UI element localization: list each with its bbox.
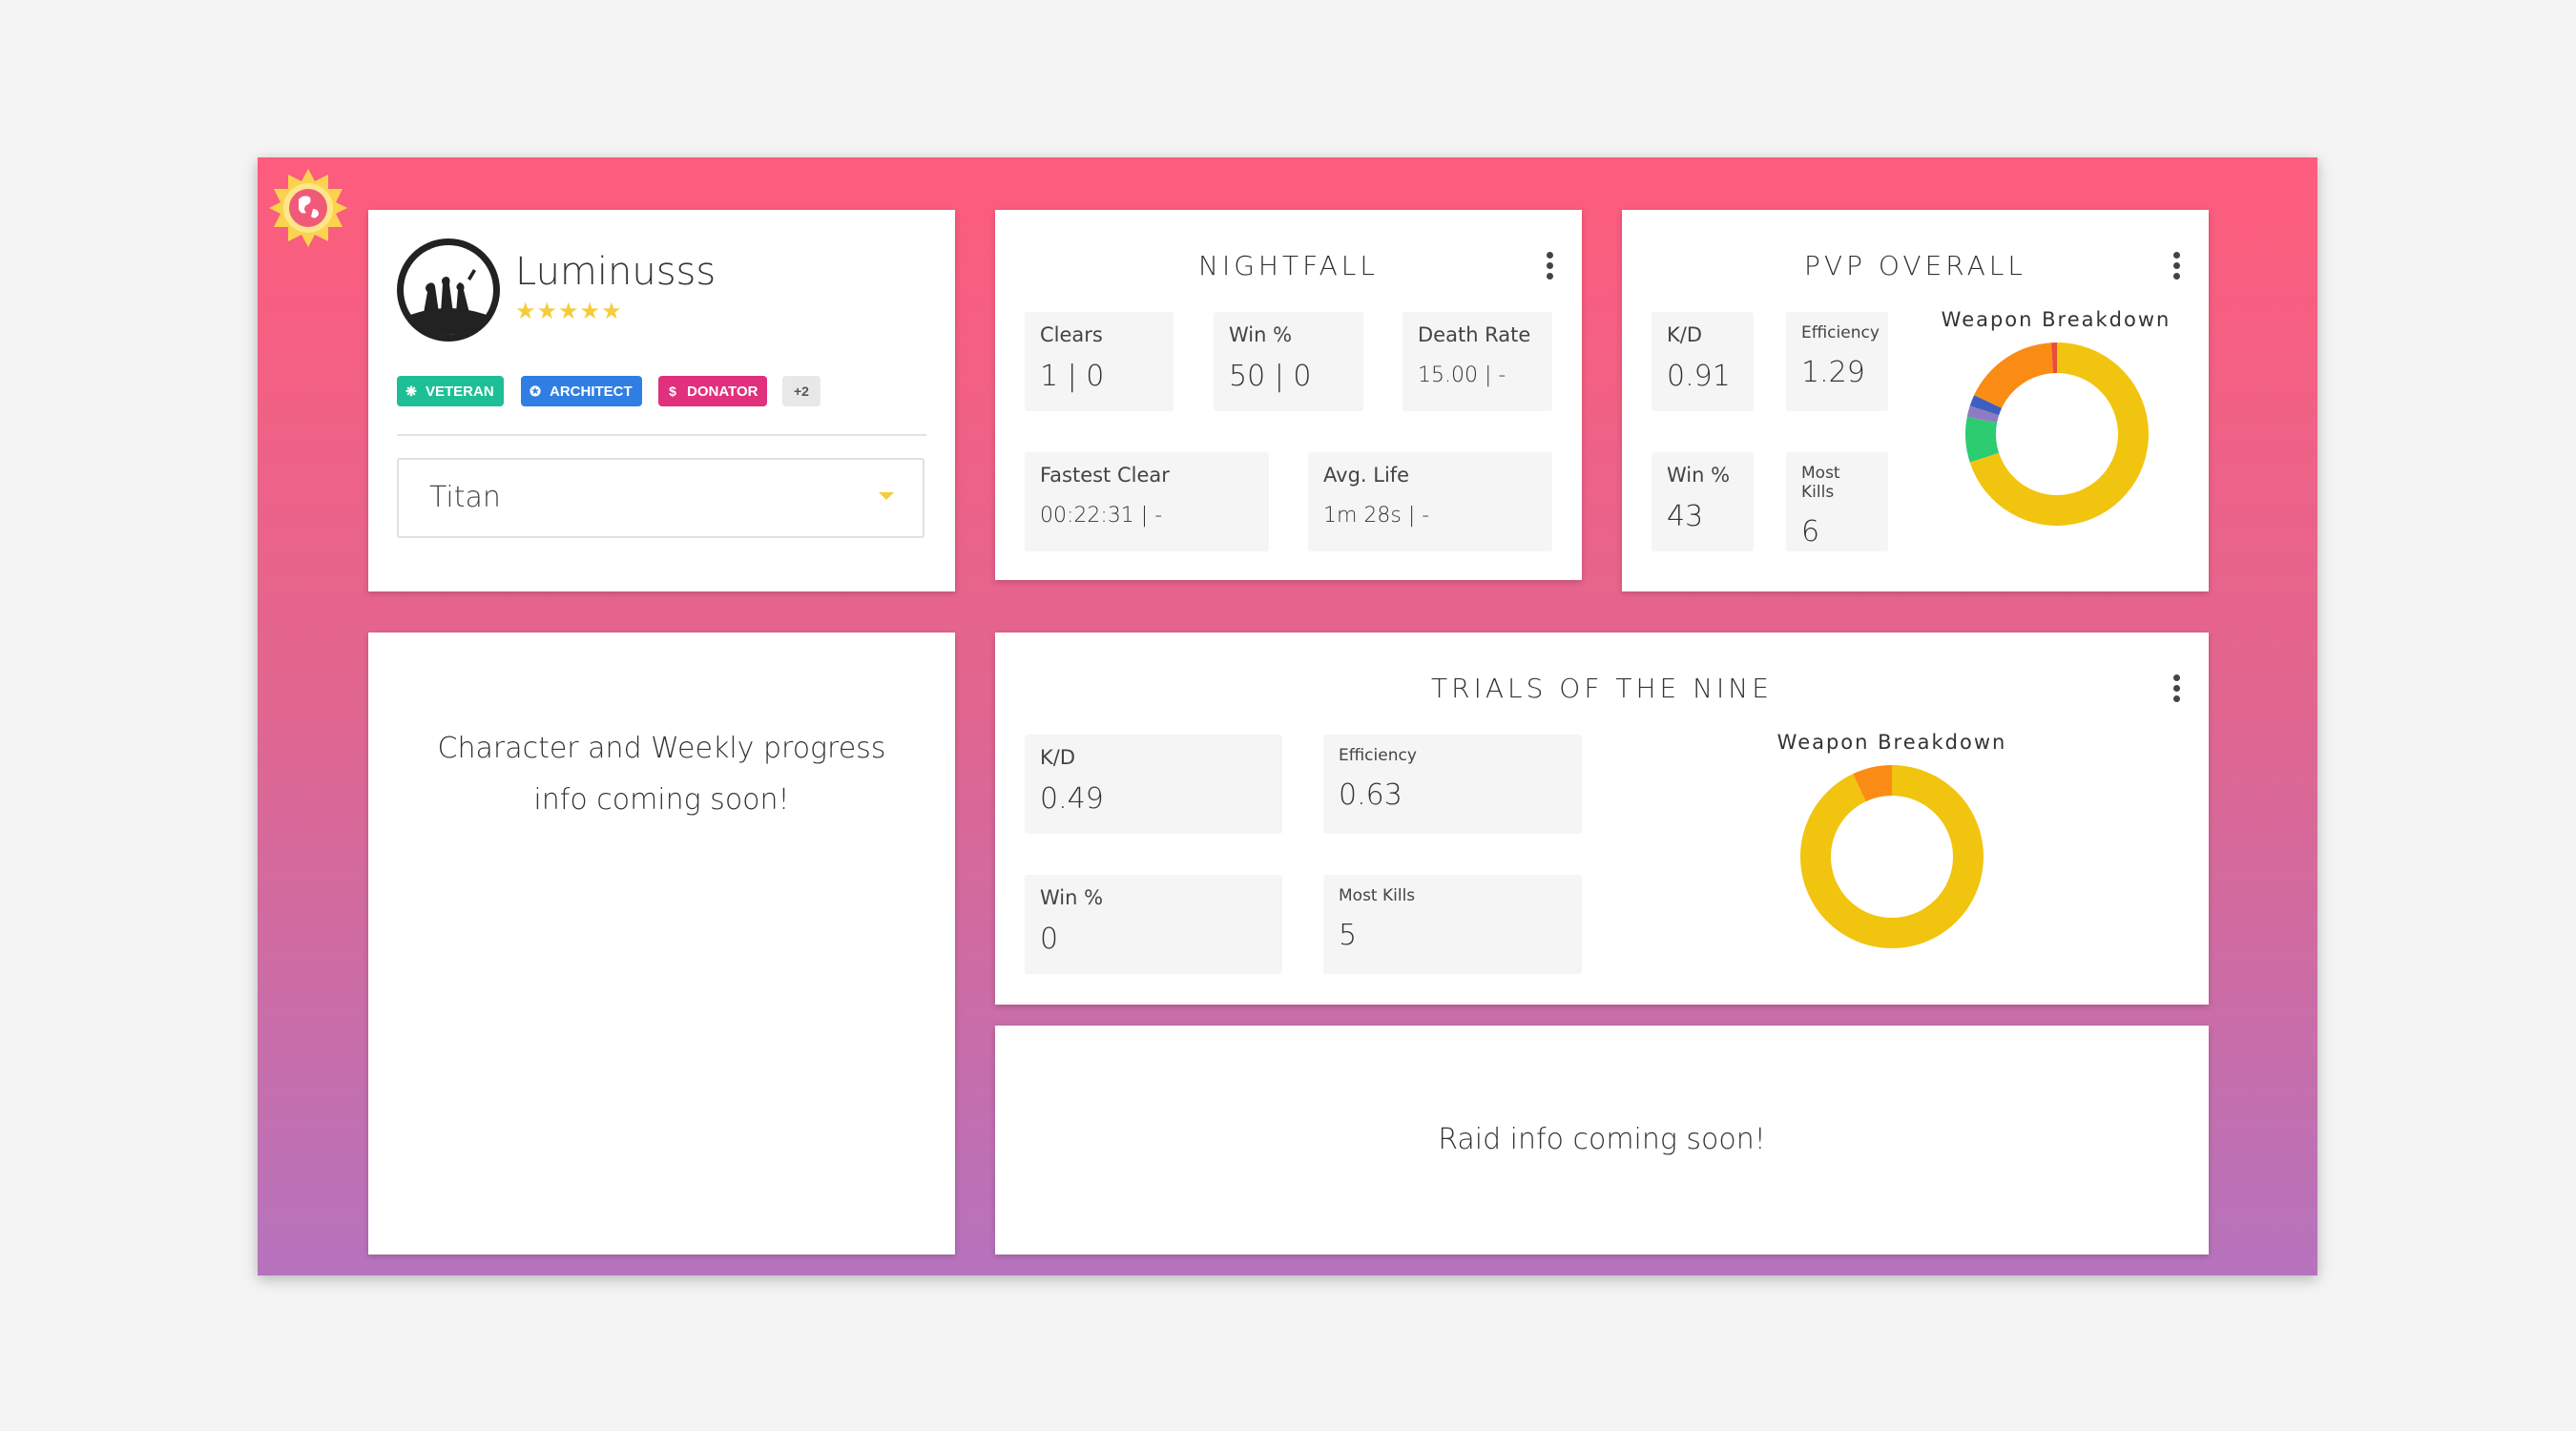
avatar[interactable] — [397, 238, 500, 342]
donut-slice[interactable] — [1974, 342, 2053, 408]
stat-win-pct: Win % 50 | 0 — [1214, 312, 1363, 411]
nightfall-menu-icon[interactable] — [1543, 252, 1556, 284]
class-select[interactable]: Titan — [397, 458, 924, 538]
trials-menu-icon[interactable] — [2170, 674, 2183, 707]
rating-stars: ★★★★★ — [515, 298, 623, 324]
stat-kd: K/D 0.49 — [1025, 735, 1282, 834]
veteran-badge[interactable]: ❋ VETERAN — [397, 376, 504, 406]
stat-avg-life: Avg. Life 1m 28s | - — [1308, 452, 1552, 551]
nightfall-card: NIGHTFALL Clears 1 | 0 Win % 50 | 0 Deat… — [995, 210, 1582, 580]
stat-most-kills: Most Kills 6 — [1786, 452, 1888, 551]
weapon-breakdown-title: Weapon Breakdown — [1941, 308, 2171, 331]
stat-win-pct: Win % 43 — [1652, 452, 1754, 551]
architect-badge[interactable]: ✪ ARCHITECT — [521, 376, 642, 406]
raid-placeholder: Raid info coming soon! — [1438, 1123, 1766, 1156]
stat-clears: Clears 1 | 0 — [1025, 312, 1174, 411]
donator-badge[interactable]: $ DONATOR — [658, 376, 768, 406]
pvp-menu-icon[interactable] — [2170, 252, 2183, 284]
character-card: Character and Weekly progress info comin… — [368, 633, 955, 1255]
character-placeholder-line2: info coming soon! — [533, 783, 790, 817]
stat-efficiency: Efficiency 1.29 — [1786, 312, 1888, 411]
dollar-icon: $ — [669, 384, 676, 399]
player-name: Luminusss — [515, 250, 717, 294]
app-frame: Luminusss ★★★★★ ❋ VETERAN ✪ ARCHITECT $ DON… — [258, 157, 2317, 1275]
pvp-card: PVP OVERALL K/D 0.91 Efficiency 1.29 Win… — [1622, 210, 2209, 591]
sun-globe-logo-icon[interactable] — [267, 167, 349, 249]
profile-card: Luminusss ★★★★★ ❋ VETERAN ✪ ARCHITECT $ DON… — [368, 210, 955, 591]
trials-title: TRIALS OF THE NINE — [1431, 673, 1773, 704]
stat-death-rate: Death Rate 15.00 | - — [1402, 312, 1552, 411]
more-badges-chip[interactable]: +2 — [782, 376, 821, 406]
divider — [397, 434, 926, 436]
pvp-title: PVP OVERALL — [1804, 250, 2026, 281]
raid-card: Raid info coming soon! — [995, 1026, 2209, 1255]
weapon-breakdown-chart — [1800, 765, 1984, 948]
weapon-breakdown-title: Weapon Breakdown — [1776, 731, 2007, 754]
stat-fastest-clear: Fastest Clear 00:22:31 | - — [1025, 452, 1269, 551]
architect-icon: ✪ — [530, 384, 541, 399]
class-select-value: Titan — [429, 481, 501, 514]
trials-card: TRIALS OF THE NINE K/D 0.49 Efficiency 0… — [995, 633, 2209, 1005]
stat-win-pct: Win % 0 — [1025, 875, 1282, 974]
weapon-breakdown-chart — [1965, 342, 2149, 526]
chevron-down-icon — [879, 492, 894, 500]
stat-efficiency: Efficiency 0.63 — [1323, 735, 1582, 834]
stat-kd: K/D 0.91 — [1652, 312, 1754, 411]
character-placeholder-line1: Character and Weekly progress — [437, 732, 886, 765]
veteran-icon: ❋ — [405, 384, 417, 399]
stat-most-kills: Most Kills 5 — [1323, 875, 1582, 974]
nightfall-title: NIGHTFALL — [1198, 250, 1379, 281]
